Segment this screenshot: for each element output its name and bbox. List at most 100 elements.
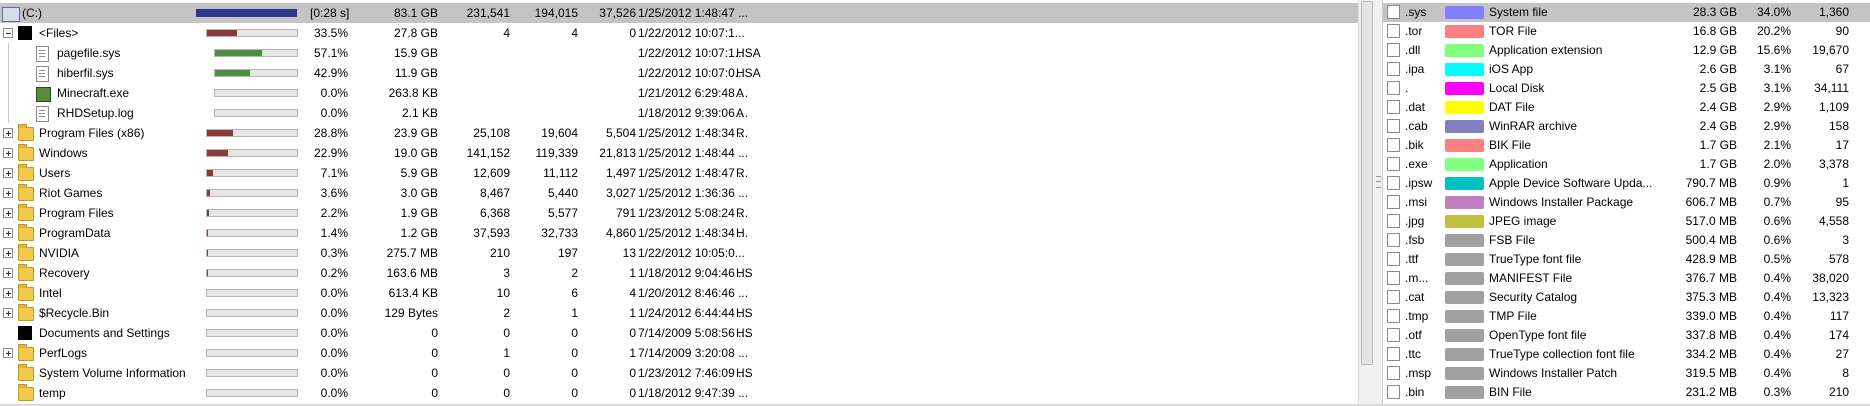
tree-connector [8, 83, 9, 103]
expand-plus-icon[interactable] [3, 288, 13, 298]
tree-row-folder[interactable]: Riot Games 3.6% 3.0 GB 8,467 5,440 3,027 1/25/… [0, 183, 1358, 203]
extension-percent: 0.7% [1763, 195, 1791, 209]
tree-row-attributes [736, 243, 776, 263]
scrollbar-thumb[interactable] [1361, 1, 1373, 365]
pane-splitter[interactable] [1375, 0, 1382, 404]
expand-plus-icon[interactable] [3, 128, 13, 138]
expand-plus-icon[interactable] [3, 148, 13, 158]
extension-row[interactable]: . Local Disk 2.5 GB 3.1% 34,111 [1383, 79, 1870, 98]
tree-row-folder[interactable]: Intel 0.0% 613.4 KB 10 6 4 1/20/2012 8:46:46 .… [0, 283, 1358, 303]
tree-row-folder[interactable]: Users 7.1% 5.9 GB 12,609 11,112 1,497 1/25/201… [0, 163, 1358, 183]
tree-row-files: 19,604 [541, 126, 578, 140]
extension-list-pane[interactable]: .sys System file 28.3 GB 34.0% 1,360 .tor TOR … [1382, 0, 1870, 404]
extension-row[interactable]: .tmp TMP File 339.0 MB 0.4% 117 [1383, 307, 1870, 326]
tree-row-folder[interactable]: NVIDIA 0.3% 275.7 MB 210 197 13 1/22/2012 10:0… [0, 243, 1358, 263]
tree-row-file[interactable]: hiberfil.sys 42.9% 11.9 GB 1/22/2012 10:07:… [0, 63, 1358, 83]
tree-row-folder[interactable]: Documents and Settings 0.0% 0 0 0 0 7/14/2009 … [0, 323, 1358, 343]
extension-row[interactable]: .m... MANIFEST File 376.7 MB 0.4% 38,020 [1383, 269, 1870, 288]
expand-plus-icon[interactable] [3, 188, 13, 198]
tree-row-file[interactable]: RHDSetup.log 0.0% 2.1 KB 1/18/2012 9:39:06 … [0, 103, 1358, 123]
extension-row[interactable]: .ttf TrueType font file 428.9 MB 0.5% 578 [1383, 250, 1870, 269]
extension-description: TrueType collection font file [1489, 347, 1635, 361]
extension-color-swatch [1445, 291, 1484, 304]
tree-vertical-scrollbar[interactable] [1358, 0, 1375, 404]
extension-description: WinRAR archive [1489, 119, 1578, 133]
tree-row-modified: 1/24/2012 6:44:44 ... [638, 306, 749, 320]
tree-row-file[interactable]: pagefile.sys 57.1% 15.9 GB 1/22/2012 10:07:… [0, 43, 1358, 63]
tree-row-size: 0 [431, 366, 438, 380]
extension-color-swatch [1445, 348, 1484, 361]
tree-row-folder[interactable]: Program Files 2.2% 1.9 GB 6,368 5,577 791 1/23… [0, 203, 1358, 223]
expand-plus-icon[interactable] [3, 268, 13, 278]
extension-row[interactable]: .ttc TrueType collection font file 334.2 M… [1383, 345, 1870, 364]
extension-percent: 0.6% [1763, 233, 1791, 247]
tree-row-attributes: R [736, 206, 745, 220]
tree-row-percent: 2.2% [320, 206, 348, 220]
extension-row[interactable]: .exe Application 1.7 GB 2.0% 3,378 [1383, 155, 1870, 174]
extension-row[interactable]: .msp Windows Installer Patch 319.5 MB 0.4% 8 [1383, 364, 1870, 383]
root-files: 194,015 [534, 6, 578, 20]
tree-row-items: 1 [503, 346, 510, 360]
extension-row[interactable]: .sys System file 28.3 GB 34.0% 1,360 [1383, 3, 1870, 22]
extension-row[interactable]: .fsb FSB File 500.4 MB 0.6% 3 [1383, 231, 1870, 250]
tree-row-folder[interactable]: <Files> 33.5% 27.8 GB 4 4 0 1/22/2012 10:07:1.… [0, 23, 1358, 43]
tree-row-folder[interactable]: ProgramData 1.4% 1.2 GB 37,593 32,733 4,860 1/… [0, 223, 1358, 243]
expand-plus-icon[interactable] [3, 308, 13, 318]
tree-row-attributes [736, 143, 776, 163]
tree-row-items: 3 [503, 266, 510, 280]
folder-icon [18, 264, 34, 281]
collapse-minus-icon[interactable] [3, 28, 13, 38]
extension-row[interactable]: .msi Windows Installer Package 606.7 MB 0.7… [1383, 193, 1870, 212]
file-type-icon [1387, 24, 1400, 38]
tree-connector [8, 43, 9, 63]
expand-plus-icon[interactable] [3, 208, 13, 218]
tree-row-folder[interactable]: $Recycle.Bin 0.0% 129 Bytes 2 1 1 1/24/2012 6:… [0, 303, 1358, 323]
tree-row-folder[interactable]: System Volume Information 0.0% 0 0 0 0 1/23/20… [0, 363, 1358, 383]
extension-description: Security Catalog [1489, 290, 1578, 304]
directory-tree-pane[interactable]: (C:) [0:28 s] 83.1 GB 231,541 194,015 37… [0, 0, 1358, 404]
expand-plus-icon[interactable] [3, 248, 13, 258]
tree-row-size: 5.9 GB [400, 166, 438, 180]
extension-row[interactable]: .dat DAT File 2.4 GB 2.9% 1,109 [1383, 98, 1870, 117]
extension-row[interactable]: .ipsw Apple Device Software Upda... 790.7 … [1383, 174, 1870, 193]
text-file-icon [36, 106, 49, 122]
expand-plus-icon[interactable] [3, 168, 13, 178]
expand-plus-icon[interactable] [3, 228, 13, 238]
tree-row-folder[interactable]: temp 0.0% 0 0 0 0 1/18/2012 9:47:39 ... [0, 383, 1358, 403]
expand-plus-icon[interactable] [3, 348, 13, 358]
extension-row[interactable]: .otf OpenType font file 337.8 MB 0.4% 174 [1383, 326, 1870, 345]
tree-row-name: $Recycle.Bin [39, 306, 110, 320]
tree-row-folder[interactable]: Program Files (x86) 28.8% 23.9 GB 25,108 19,… [0, 123, 1358, 143]
tree-row-size: 163.6 MB [386, 266, 438, 280]
extension-row[interactable]: .cat Security Catalog 375.3 MB 0.4% 13,323 [1383, 288, 1870, 307]
extension-row[interactable]: .cab WinRAR archive 2.4 GB 2.9% 158 [1383, 117, 1870, 136]
file-type-icon [1387, 328, 1400, 342]
extension-row[interactable]: .dll Application extension 12.9 GB 15.6% 19,… [1383, 41, 1870, 60]
tree-row-size: 1.9 GB [400, 206, 438, 220]
tree-row-folder[interactable]: Windows 22.9% 19.0 GB 141,152 119,339 21,813 1… [0, 143, 1358, 163]
extension-row[interactable]: .tor TOR File 16.8 GB 20.2% 90 [1383, 22, 1870, 41]
tree-row-name: Recovery [39, 266, 90, 280]
extension-row[interactable]: .ipa iOS App 2.6 GB 3.1% 67 [1383, 60, 1870, 79]
extension-files: 117 [1829, 309, 1849, 323]
usage-bar [214, 69, 298, 77]
usage-bar [206, 149, 298, 157]
extension-files: 19,670 [1812, 43, 1849, 57]
root-name: (C:) [22, 6, 42, 20]
tree-row-items [440, 103, 510, 123]
tree-row-modified: 7/14/2009 5:08:56 ... [638, 326, 749, 340]
tree-row-size: 27.8 GB [393, 26, 438, 40]
usage-bar [206, 29, 298, 37]
extension-percent: 0.6% [1763, 214, 1791, 228]
tree-row-items: 6,368 [479, 206, 510, 220]
extension-row[interactable]: .jpg JPEG image 517.0 MB 0.6% 4,558 [1383, 212, 1870, 231]
extension-files: 38,020 [1812, 271, 1849, 285]
extension-row[interactable]: .bik BIK File 1.7 GB 2.1% 17 [1383, 136, 1870, 155]
tree-row-folder[interactable]: PerfLogs 0.0% 0 1 0 1 7/14/2009 3:20:08 ... [0, 343, 1358, 363]
tree-row-root[interactable]: (C:) [0:28 s] 83.1 GB 231,541 194,015 37… [0, 3, 1358, 23]
extension-row[interactable]: .bin BIN File 231.2 MB 0.3% 210 [1383, 383, 1870, 402]
tree-row-file[interactable]: Minecraft.exe 0.0% 263.8 KB 1/21/2012 6:29:… [0, 83, 1358, 103]
tree-row-folder[interactable]: Recovery 0.2% 163.6 MB 3 2 1 1/18/2012 9:04:46… [0, 263, 1358, 283]
folder-icon [18, 124, 34, 141]
tree-row-items: 210 [489, 246, 510, 260]
